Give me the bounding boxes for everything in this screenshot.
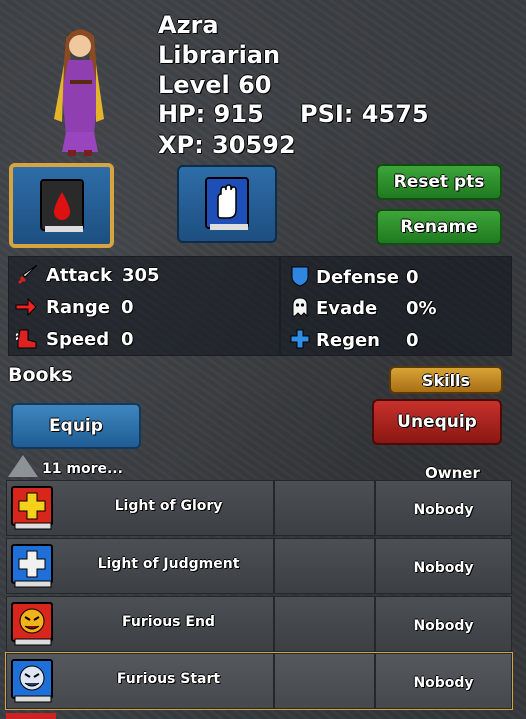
rename-button[interactable]: Rename [376,209,502,245]
psi-stat: PSI: 4575 [300,100,429,128]
books-heading: Books [8,364,73,386]
evade-label: Evade [316,298,378,319]
character-level: Level 60 [158,71,272,99]
book-title: Furious End [122,614,215,630]
arrow-right-icon [15,297,37,317]
furious-end-book-icon [11,602,53,646]
stats-panel: Attack 305 Range 0 Speed 0 Defense 0 Eva… [8,256,512,356]
skills-button[interactable]: Skills [389,366,503,394]
plus-icon [290,329,310,349]
book-owner: Nobody [413,560,474,576]
furious-start-book-icon [11,659,53,703]
book-owner: Nobody [413,502,474,518]
judgment-book-icon [11,544,53,588]
shield-icon [291,266,309,287]
hand-book-button[interactable] [177,165,277,243]
boot-icon [16,329,37,349]
book-empty-cell [274,480,375,536]
range-value: 0 [121,297,134,318]
unequip-button[interactable]: Unequip [372,399,502,445]
book-title: Furious Start [116,671,221,687]
defense-value: 0 [406,267,419,288]
ghost-icon [292,297,308,318]
reset-points-button[interactable]: Reset pts [376,164,502,200]
book-title: Light of Glory [114,498,223,514]
regen-value: 0 [406,330,419,351]
next-book-row-peek [6,713,56,719]
blood-book-icon [39,178,84,232]
book-empty-cell [274,538,375,594]
book-empty-cell [274,596,375,652]
blood-book-button[interactable] [9,163,114,248]
defense-label: Defense [316,267,399,288]
attack-label: Attack [46,265,112,286]
book-row[interactable]: Light of Glory Nobody [6,480,512,536]
sword-icon [17,264,38,285]
speed-value: 0 [121,329,134,350]
character-portrait [54,29,104,156]
range-label: Range [46,297,110,318]
book-owner: Nobody [413,675,474,691]
character-name: Azra [158,11,219,39]
speed-label: Speed [46,329,110,350]
character-class: Librarian [158,41,281,69]
book-row[interactable]: Furious End Nobody [6,596,512,652]
scroll-up-triangle-icon[interactable] [8,455,38,477]
equip-button[interactable]: Equip [11,403,141,449]
more-items-label: 11 more... [42,461,123,477]
attack-value: 305 [122,265,160,286]
regen-label: Regen [316,330,380,351]
hand-book-icon [205,177,249,230]
book-row-selected[interactable]: Furious Start Nobody [5,652,513,710]
book-empty-cell [274,653,375,709]
stats-divider [279,257,281,355]
glory-book-icon [11,486,53,530]
book-title: Light of Judgment [97,556,240,572]
hp-stat: HP: 915 [158,100,264,128]
book-owner: Nobody [413,618,474,634]
xp-stat: XP: 30592 [158,131,296,159]
book-row[interactable]: Light of Judgment Nobody [6,538,512,594]
evade-value: 0% [406,298,437,319]
